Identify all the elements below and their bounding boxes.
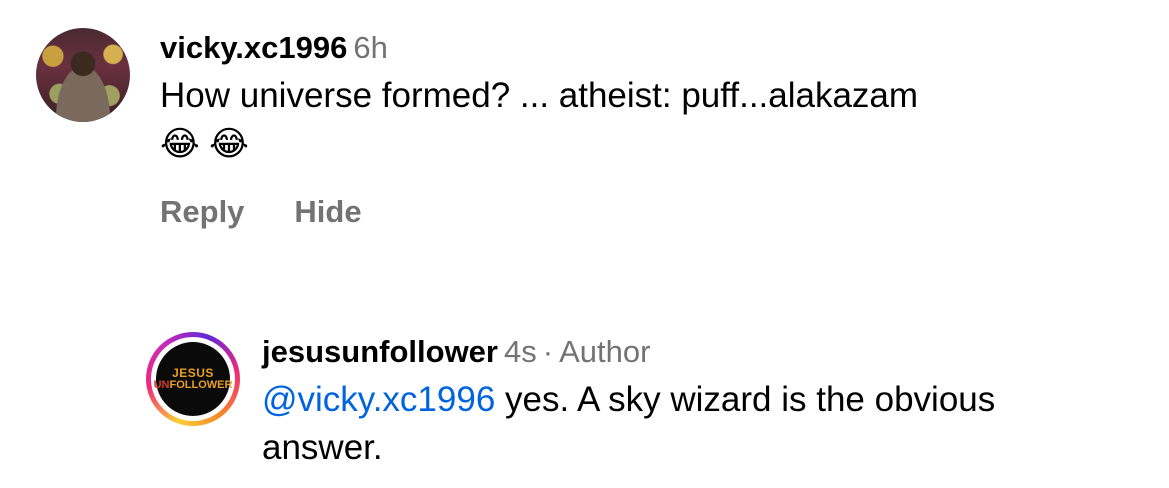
comment-body: jesusunfollower 4s · Author @vicky.xc1996 y… — [262, 332, 1022, 472]
comment-body: vicky.xc1996 6h How universe formed? ... … — [160, 28, 918, 230]
comment-text: How universe formed? ... atheist: puff..… — [160, 72, 918, 168]
comment-text: @vicky.xc1996 yes. A sky wizard is the o… — [262, 376, 1022, 472]
jesus-unfollower-logo-icon: JESUS UNFOLLOWER — [154, 342, 232, 416]
avatar[interactable]: JESUS UNFOLLOWER — [146, 332, 240, 426]
mention-link[interactable]: @vicky.xc1996 — [262, 380, 495, 419]
separator: · — [542, 334, 554, 369]
comment-text-content: How universe formed? ... atheist: puff..… — [160, 76, 919, 115]
reply-button[interactable]: Reply — [160, 194, 244, 229]
username[interactable]: jesusunfollower — [262, 334, 498, 369]
author-badge: Author — [559, 334, 651, 369]
timestamp: 4s — [503, 334, 537, 369]
timestamp: 6h — [353, 30, 388, 65]
emoji-laughing-icon: 😂 😂 — [160, 125, 249, 163]
username[interactable]: vicky.xc1996 — [160, 30, 347, 65]
comment-meta: vicky.xc1996 6h — [160, 28, 918, 68]
profile-photo — [36, 28, 130, 122]
comment-actions: Reply Hide — [160, 194, 918, 230]
hide-button[interactable]: Hide — [294, 194, 361, 229]
comment-meta: jesusunfollower 4s · Author — [262, 332, 1022, 372]
avatar[interactable] — [36, 28, 130, 122]
